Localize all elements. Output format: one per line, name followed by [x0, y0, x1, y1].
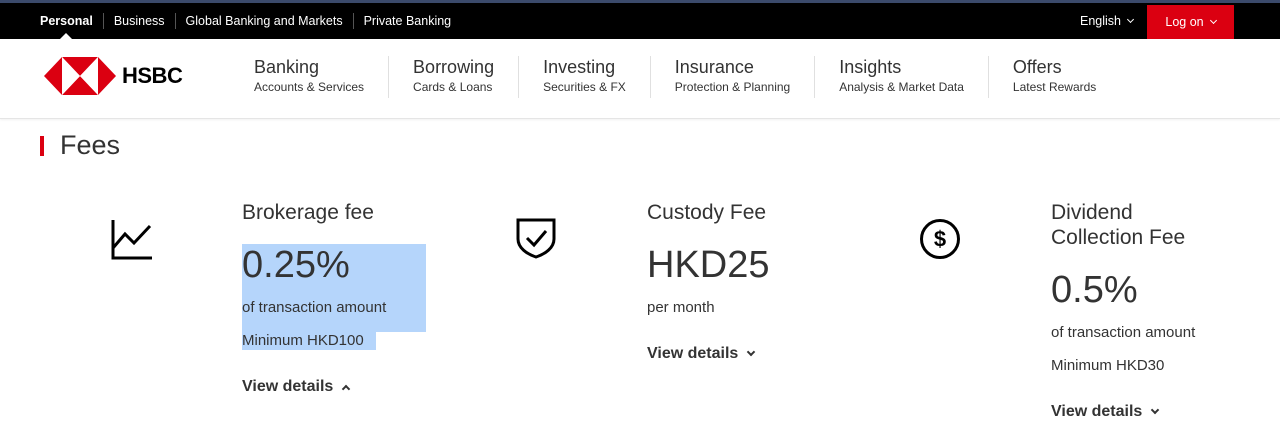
nav-title: Insights [839, 57, 902, 77]
custody-fee-desc: per month [647, 299, 715, 316]
custody-fee-title: Custody Fee [647, 201, 767, 224]
brand-name: HSBC [122, 63, 183, 88]
view-details-label: View details [1051, 403, 1143, 420]
hsbc-logo[interactable]: HSBC [44, 57, 183, 95]
segment-links: Personal Business Global Banking and Mar… [40, 3, 461, 39]
section-accent-bar [40, 135, 44, 156]
nav-insights[interactable]: Insights Analysis & Market Data [814, 56, 988, 98]
dividend-fee-title-line2: Collection Fee [1051, 226, 1186, 249]
brokerage-view-details-button[interactable]: View details [242, 378, 351, 396]
segment-private-banking[interactable]: Private Banking [352, 13, 462, 29]
nav-subtitle: Latest Rewards [1012, 80, 1097, 94]
nav-subtitle: Analysis & Market Data [839, 80, 964, 94]
nav-subtitle: Securities & FX [543, 80, 626, 94]
top-bar: Personal Business Global Banking and Mar… [0, 0, 1280, 39]
shield-check-icon [516, 218, 556, 259]
chart-line-icon [111, 220, 152, 260]
dividend-fee-minimum: Minimum HKD30 [1051, 357, 1165, 374]
segment-personal[interactable]: Personal [40, 13, 103, 29]
nav-title: Borrowing [413, 57, 495, 77]
main-nav: Banking Accounts & Services Borrowing Ca… [230, 56, 1120, 98]
section-heading: Fees [40, 130, 120, 161]
view-details-label: View details [647, 345, 739, 362]
nav-subtitle: Accounts & Services [254, 80, 365, 94]
main-header: HSBC Banking Accounts & Services Borrowi… [0, 39, 1280, 119]
custody-view-details-button[interactable]: View details [647, 345, 756, 363]
nav-subtitle: Cards & Loans [413, 80, 493, 94]
brokerage-fee-minimum: Minimum HKD100 [242, 332, 364, 349]
language-selector[interactable]: English [1080, 3, 1135, 39]
dividend-fee-value: 0.5% [1051, 269, 1138, 311]
hexagon-logo-icon [44, 57, 116, 95]
svg-text:$: $ [934, 227, 946, 252]
nav-title: Investing [543, 57, 616, 77]
brokerage-fee-desc: of transaction amount [242, 299, 387, 316]
chevron-down-icon [1151, 405, 1160, 415]
log-on-button[interactable]: Log on [1147, 5, 1234, 39]
language-label: English [1080, 14, 1121, 28]
custody-fee-value: HKD25 [647, 244, 770, 286]
dollar-circle-icon: $ [920, 219, 960, 259]
brokerage-fee-title: Brokerage fee [242, 201, 374, 224]
dividend-view-details-button[interactable]: View details [1051, 403, 1160, 421]
chevron-up-icon [342, 384, 351, 394]
dividend-fee-desc: of transaction amount [1051, 324, 1196, 341]
chevron-down-icon [1209, 16, 1217, 24]
segment-business[interactable]: Business [102, 13, 175, 29]
nav-title: Banking [254, 57, 320, 77]
nav-investing[interactable]: Investing Securities & FX [518, 56, 650, 98]
section-title: Fees [60, 130, 121, 160]
view-details-label: View details [242, 378, 334, 395]
nav-borrowing[interactable]: Borrowing Cards & Loans [388, 56, 518, 98]
nav-insurance[interactable]: Insurance Protection & Planning [649, 56, 814, 98]
nav-title: Offers [1012, 57, 1062, 77]
log-on-label: Log on [1165, 15, 1204, 29]
chevron-down-icon [1126, 15, 1135, 23]
nav-banking[interactable]: Banking Accounts & Services [230, 56, 388, 98]
segment-global-banking[interactable]: Global Banking and Markets [174, 13, 353, 29]
nav-offers[interactable]: Offers Latest Rewards [987, 56, 1120, 98]
nav-subtitle: Protection & Planning [674, 80, 791, 94]
dividend-fee-title-line1: Dividend [1051, 201, 1133, 224]
chevron-down-icon [747, 347, 756, 357]
brokerage-fee-value: 0.25% [242, 244, 350, 286]
dividend-fee-title: Dividend Collection Fee [1051, 200, 1185, 250]
nav-title: Insurance [674, 57, 754, 77]
